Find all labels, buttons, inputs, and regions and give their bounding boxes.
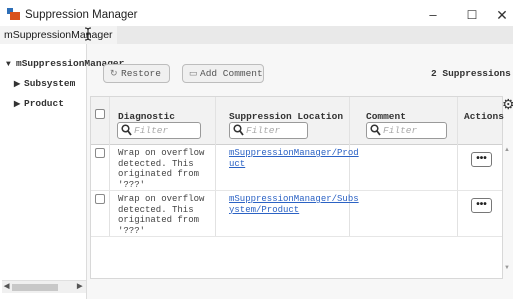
restore-label: Restore xyxy=(121,68,161,79)
comment-icon: ▭ xyxy=(189,69,198,79)
filter-placeholder: Filter xyxy=(246,125,281,136)
diagnostic-filter-input[interactable]: Filter xyxy=(117,122,201,139)
toolbar: ↻ Restore ▭ Add Comment 2 Suppressions ⚙ xyxy=(88,44,513,112)
scroll-down-icon[interactable]: ▼ xyxy=(504,265,510,271)
tree-item-label: Subsystem xyxy=(24,78,76,89)
more-actions-button[interactable]: ••• xyxy=(471,152,492,167)
tab-strip: mSuppressionManager xyxy=(0,26,513,44)
table-header: Diagnostic Filter Suppression Location F… xyxy=(91,97,504,145)
tab-msuppressionmanager[interactable]: mSuppressionManager xyxy=(0,26,117,44)
row-checkbox[interactable] xyxy=(95,194,105,204)
search-icon xyxy=(370,124,381,136)
scrollbar-thumb[interactable] xyxy=(12,284,58,291)
table-vertical-scrollbar[interactable]: ▲ ▼ xyxy=(502,145,512,275)
select-all-checkbox[interactable] xyxy=(95,109,105,119)
diagnostic-cell: Wrap on overflow detected. This originat… xyxy=(118,194,205,236)
location-filter-input[interactable]: Filter xyxy=(229,122,308,139)
window-title: Suppression Manager xyxy=(25,9,138,21)
maximize-button[interactable]: ☐ xyxy=(459,6,485,24)
caret-down-icon[interactable]: ▼ xyxy=(6,60,16,69)
table-row[interactable]: Wrap on overflow detected. This originat… xyxy=(91,145,502,191)
diagnostic-cell: Wrap on overflow detected. This originat… xyxy=(118,148,205,190)
column-header-comment[interactable]: Comment xyxy=(366,111,406,122)
text-cursor-icon xyxy=(84,27,92,41)
comment-filter-input[interactable]: Filter xyxy=(366,122,447,139)
filter-placeholder: Filter xyxy=(383,125,418,136)
column-header-actions: Actions xyxy=(464,111,504,122)
tree-item-product[interactable]: ▶ Product xyxy=(14,98,64,109)
tree-horizontal-scrollbar[interactable]: ◀ ▶ xyxy=(2,280,86,293)
app-icon xyxy=(7,8,21,20)
filter-placeholder: Filter xyxy=(134,125,169,136)
scroll-right-icon[interactable]: ▶ xyxy=(77,282,82,291)
suppression-location-link[interactable]: mSuppressionManager/Subs ystem/Product xyxy=(229,194,359,215)
tree-item-label: Product xyxy=(24,98,64,109)
close-button[interactable]: ✕ xyxy=(489,6,513,24)
caret-right-icon[interactable]: ▶ xyxy=(14,79,24,89)
search-icon xyxy=(121,124,132,136)
scroll-up-icon[interactable]: ▲ xyxy=(504,147,510,153)
restore-button[interactable]: ↻ Restore xyxy=(103,64,170,83)
suppression-location-link[interactable]: mSuppressionManager/Prod uct xyxy=(229,148,359,169)
suppression-table: Diagnostic Filter Suppression Location F… xyxy=(90,96,504,279)
restore-icon: ↻ xyxy=(110,69,118,79)
search-icon xyxy=(233,124,244,136)
table-row[interactable]: Wrap on overflow detected. This originat… xyxy=(91,191,502,237)
row-checkbox[interactable] xyxy=(95,148,105,158)
suppression-count: 2 Suppressions xyxy=(431,68,511,79)
more-actions-button[interactable]: ••• xyxy=(471,198,492,213)
add-comment-label: Add Comment xyxy=(200,68,263,79)
scroll-left-icon[interactable]: ◀ xyxy=(4,282,9,291)
minimize-button[interactable]: – xyxy=(420,6,446,24)
caret-right-icon[interactable]: ▶ xyxy=(14,99,24,109)
add-comment-button[interactable]: ▭ Add Comment xyxy=(182,64,264,83)
model-tree: ▼ mSuppressionManager ▶ Subsystem ▶ Product… xyxy=(0,44,124,299)
column-header-location[interactable]: Suppression Location xyxy=(229,111,343,122)
tree-item-subsystem[interactable]: ▶ Subsystem xyxy=(14,78,75,89)
column-header-diagnostic[interactable]: Diagnostic xyxy=(118,111,175,122)
